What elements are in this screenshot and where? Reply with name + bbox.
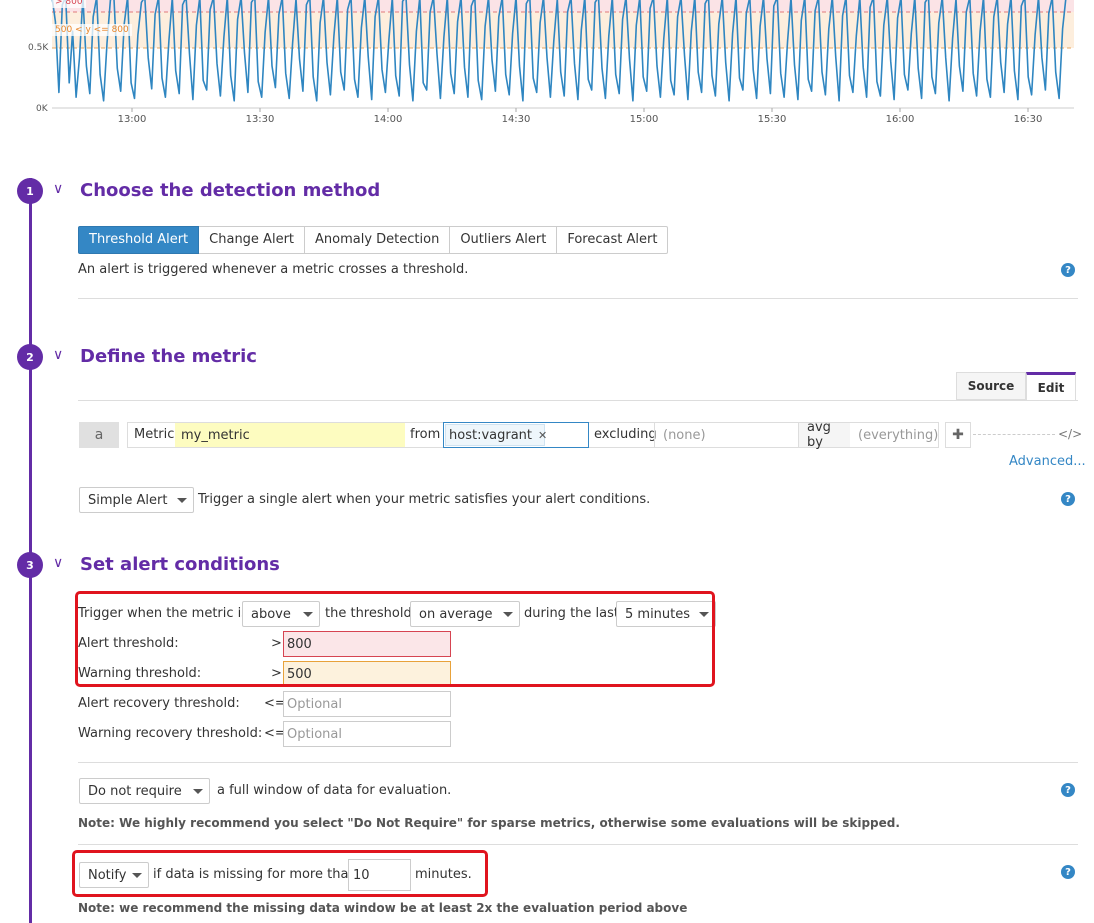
- highlight-box: [75, 591, 715, 687]
- require-window-select[interactable]: Do not require: [79, 778, 210, 804]
- help-icon[interactable]: ?: [1061, 865, 1075, 879]
- divider: [78, 298, 1078, 299]
- highlight-box: [72, 850, 488, 897]
- alert-type-select[interactable]: Simple Alert: [79, 487, 194, 513]
- excluding-placeholder: (none): [663, 427, 706, 443]
- excluding-field[interactable]: (none): [654, 423, 798, 447]
- divider: [78, 400, 1078, 401]
- excluding-label: excluding: [594, 427, 657, 442]
- step-number: 2: [17, 344, 43, 370]
- x-tick-label: 13:00: [117, 114, 147, 125]
- alert-recovery-input[interactable]: Optional: [283, 691, 451, 717]
- dashed-divider: [973, 434, 1055, 435]
- require-window-note: Note: We highly recommend you select "Do…: [78, 816, 900, 830]
- change-alert-button[interactable]: Change Alert: [199, 226, 306, 254]
- warning-recovery-threshold-label: Warning recovery threshold:: [78, 726, 263, 741]
- alert-zone-label: > 800: [52, 0, 86, 8]
- outliers-alert-button[interactable]: Outliers Alert: [450, 226, 558, 254]
- divider: [78, 762, 1078, 763]
- avg-by-placeholder: (everything): [858, 427, 939, 443]
- warning-recovery-input[interactable]: Optional: [283, 721, 451, 747]
- anomaly-detection-button[interactable]: Anomaly Detection: [305, 226, 451, 254]
- alert-recovery-threshold-label: Alert recovery threshold:: [78, 696, 240, 711]
- steps-timeline: [29, 178, 32, 923]
- forecast-alert-button[interactable]: Forecast Alert: [557, 226, 669, 254]
- step-title[interactable]: Define the metric: [80, 346, 257, 367]
- chart-plot: [51, 0, 1074, 112]
- x-tick-label: 16:00: [885, 114, 915, 125]
- notify-note: Note: we recommend the missing data wind…: [78, 901, 688, 915]
- x-tick-label: 14:00: [373, 114, 403, 125]
- advanced-link[interactable]: Advanced...: [1009, 454, 1086, 469]
- require-window-text: a full window of data for evaluation.: [217, 783, 452, 798]
- x-tick-label: 14:30: [501, 114, 531, 125]
- step-number: 3: [17, 552, 43, 578]
- x-tick-label: 13:30: [245, 114, 275, 125]
- metric-field[interactable]: my_metric: [175, 423, 405, 447]
- warning-zone: [52, 12, 1074, 48]
- avg-by-field[interactable]: (everything): [850, 423, 938, 447]
- x-tick-label: 15:30: [757, 114, 787, 125]
- help-icon[interactable]: ?: [1061, 783, 1075, 797]
- help-icon[interactable]: ?: [1061, 492, 1075, 506]
- y-tick-label: 0.5K: [28, 43, 49, 53]
- x-tick-label: 15:00: [629, 114, 659, 125]
- from-tag-label: host:vagrant: [449, 427, 533, 443]
- step-number: 1: [17, 178, 43, 204]
- close-icon[interactable]: ✕: [538, 429, 547, 442]
- from-label: from: [410, 427, 441, 442]
- alert-zone: [52, 0, 1074, 12]
- from-tag: host:vagrant ✕: [445, 424, 547, 446]
- step-title[interactable]: Set alert conditions: [80, 554, 280, 575]
- x-tick-label: 16:30: [1013, 114, 1043, 125]
- require-window-value: Do not require: [88, 783, 182, 799]
- help-icon[interactable]: ?: [1061, 263, 1075, 277]
- metric-label: Metric: [134, 427, 175, 442]
- tab-edit[interactable]: Edit: [1026, 372, 1076, 400]
- divider: [78, 844, 1078, 845]
- warning-zone-label: 500 < y <= 800: [52, 24, 132, 36]
- alert-type-description: Trigger a single alert when your metric …: [198, 492, 651, 507]
- detection-description: An alert is triggered whenever a metric …: [78, 262, 469, 277]
- metric-chart: > 800 500 < y <= 800 0.5K 0K 13:00 13:30…: [0, 0, 1094, 130]
- threshold-alert-button[interactable]: Threshold Alert: [78, 226, 200, 254]
- query-letter: a: [79, 422, 119, 448]
- chevron-down-icon[interactable]: ∨: [53, 347, 63, 363]
- add-icon[interactable]: ✚: [945, 422, 971, 448]
- detection-method-buttons: Threshold Alert Change Alert Anomaly Det…: [78, 226, 669, 254]
- chevron-down-icon: [193, 789, 203, 794]
- step-title[interactable]: Choose the detection method: [80, 180, 380, 201]
- chevron-down-icon: [177, 498, 187, 503]
- chevron-down-icon[interactable]: ∨: [53, 181, 63, 197]
- chevron-down-icon[interactable]: ∨: [53, 555, 63, 571]
- y-tick-label: 0K: [36, 104, 48, 114]
- avg-by-label: avg by: [798, 420, 850, 450]
- code-icon[interactable]: </>: [1058, 427, 1082, 441]
- alert-type-value: Simple Alert: [88, 492, 168, 508]
- tab-source[interactable]: Source: [956, 372, 1026, 400]
